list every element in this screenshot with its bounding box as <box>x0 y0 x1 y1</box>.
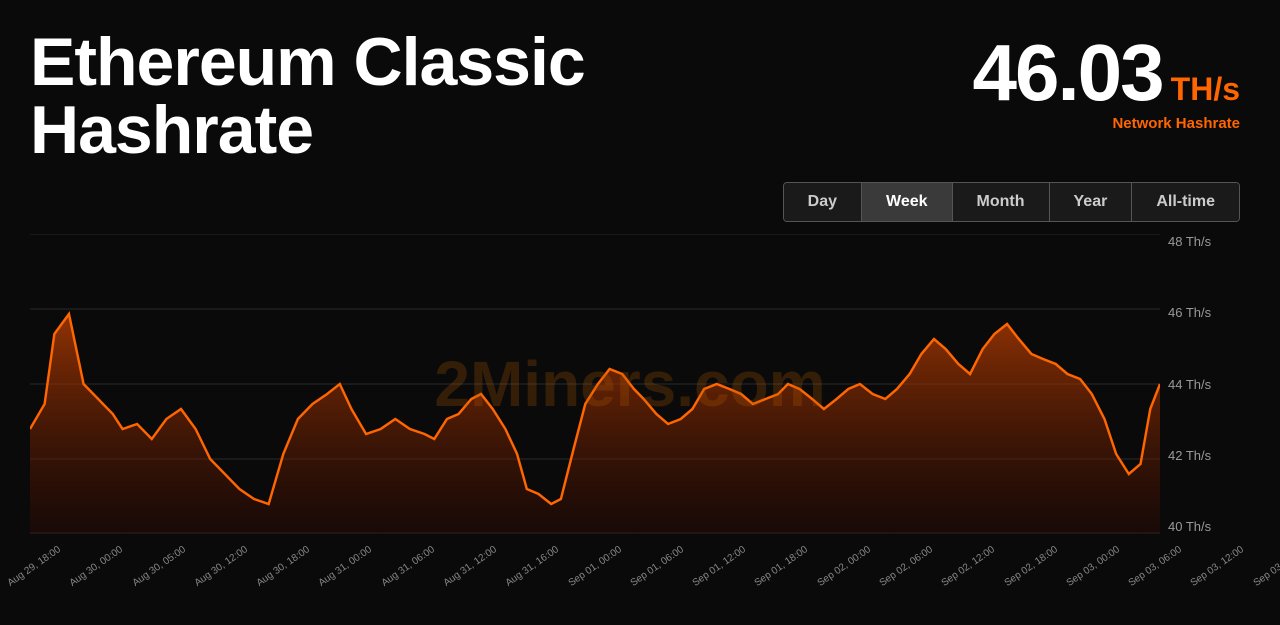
btn-alltime[interactable]: All-time <box>1132 183 1239 221</box>
x-label-13: Sep 02, 00:00 <box>815 544 872 589</box>
main-container: Ethereum Classic Hashrate 46.03 TH/s Net… <box>0 0 1280 625</box>
x-label-20: Sep 03, 18:00 <box>1251 544 1280 589</box>
chart-svg <box>30 234 1160 534</box>
header: Ethereum Classic Hashrate 46.03 TH/s Net… <box>0 0 1280 174</box>
x-label-14: Sep 02, 06:00 <box>878 544 935 589</box>
btn-day[interactable]: Day <box>784 183 862 221</box>
hashrate-number: 46.03 <box>972 33 1162 113</box>
chart-fill <box>30 314 1160 534</box>
chart-area: 2Miners.com 48 Th/s 46 Th/s 44 Th/s 42 T… <box>0 234 1280 594</box>
x-axis: Aug 29, 18:00 Aug 30, 00:00 Aug 30, 05:0… <box>0 556 1210 594</box>
y-label-46: 46 Th/s <box>1168 305 1230 320</box>
y-label-42: 42 Th/s <box>1168 448 1230 463</box>
x-label-3: Aug 30, 12:00 <box>192 544 249 589</box>
x-label-18: Sep 03, 06:00 <box>1127 544 1184 589</box>
y-label-48: 48 Th/s <box>1168 234 1230 249</box>
x-label-1: Aug 30, 00:00 <box>68 544 125 589</box>
y-axis: 48 Th/s 46 Th/s 44 Th/s 42 Th/s 40 Th/s <box>1160 234 1230 534</box>
x-label-11: Sep 01, 12:00 <box>691 544 748 589</box>
btn-month[interactable]: Month <box>953 183 1050 221</box>
x-label-4: Aug 30, 18:00 <box>255 544 312 589</box>
y-label-44: 44 Th/s <box>1168 377 1230 392</box>
btn-year[interactable]: Year <box>1050 183 1133 221</box>
x-label-6: Aug 31, 06:00 <box>379 544 436 589</box>
hashrate-section: 46.03 TH/s Network Hashrate <box>972 28 1240 132</box>
title-line1: Ethereum Classic <box>30 28 585 96</box>
btn-week[interactable]: Week <box>862 183 953 221</box>
hashrate-unit: TH/s <box>1171 73 1240 105</box>
x-label-17: Sep 03, 00:00 <box>1064 544 1121 589</box>
x-label-7: Aug 31, 12:00 <box>442 544 499 589</box>
x-label-2: Aug 30, 05:00 <box>130 544 187 589</box>
x-label-15: Sep 02, 12:00 <box>940 544 997 589</box>
x-label-10: Sep 01, 06:00 <box>628 544 685 589</box>
x-label-19: Sep 03, 12:00 <box>1189 544 1246 589</box>
x-label-8: Aug 31, 16:00 <box>504 544 561 589</box>
x-label-12: Sep 01, 18:00 <box>753 544 810 589</box>
time-button-group: Day Week Month Year All-time <box>783 182 1240 222</box>
hashrate-value-row: 46.03 TH/s <box>972 33 1240 113</box>
x-label-9: Sep 01, 00:00 <box>566 544 623 589</box>
x-label-0: Aug 29, 18:00 <box>6 544 63 589</box>
title-line2: Hashrate <box>30 96 585 164</box>
page-title: Ethereum Classic Hashrate <box>30 28 585 164</box>
x-label-5: Aug 31, 00:00 <box>317 544 374 589</box>
time-controls: Day Week Month Year All-time <box>0 174 1280 226</box>
x-label-16: Sep 02, 18:00 <box>1002 544 1059 589</box>
chart-wrapper: 2Miners.com 48 Th/s 46 Th/s 44 Th/s 42 T… <box>30 234 1230 534</box>
hashrate-label: Network Hashrate <box>1112 115 1240 132</box>
y-label-40: 40 Th/s <box>1168 519 1230 534</box>
